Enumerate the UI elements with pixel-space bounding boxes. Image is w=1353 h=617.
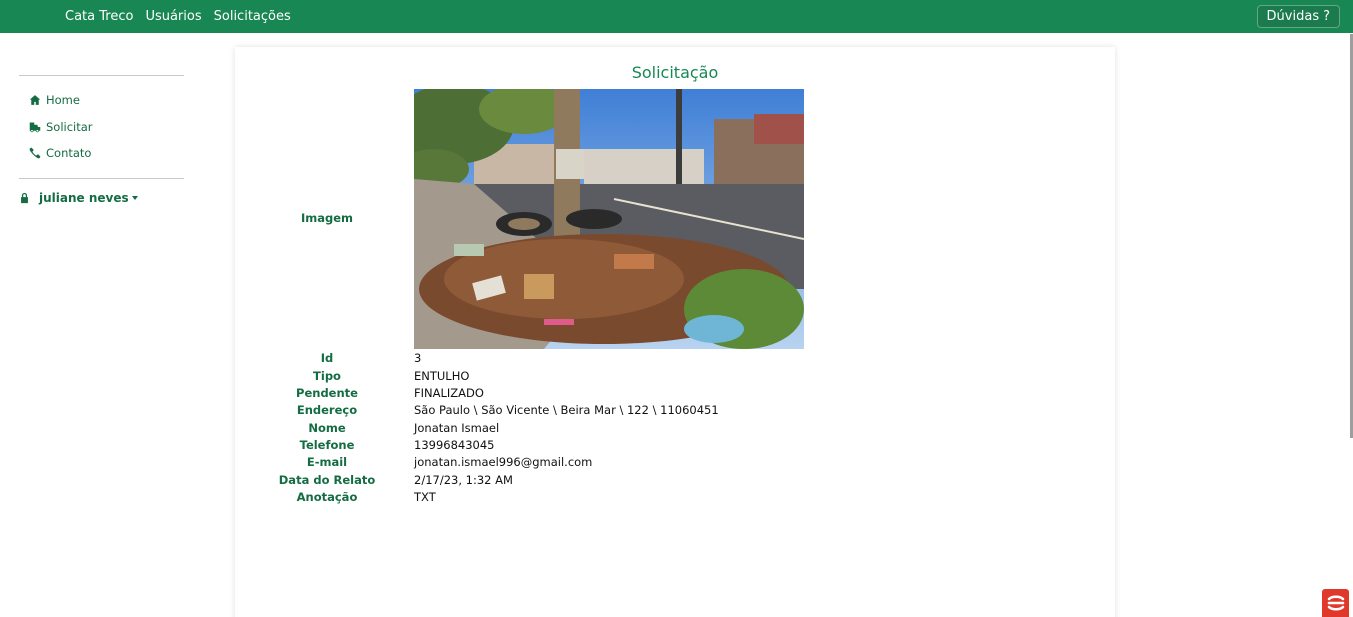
field-label-nome: Nome: [308, 421, 346, 435]
field-value-id: 3: [414, 351, 422, 365]
field-label-telefone: Telefone: [299, 438, 355, 452]
nav-link-solicitacoes[interactable]: Solicitações: [214, 9, 291, 24]
sidebar-menu: Home Solicitar Contato: [19, 76, 184, 178]
dump-truck-icon: [29, 122, 41, 132]
field-value-email: jonatan.ismael996@gmail.com: [414, 455, 593, 469]
phone-icon: [29, 147, 41, 159]
lock-icon: [21, 192, 28, 203]
field-label-anotacao: Anotação: [296, 490, 358, 504]
top-navbar: Cata Treco Usuários Solicitações Dúvidas…: [0, 0, 1353, 33]
field-value-tipo: ENTULHO: [414, 369, 470, 383]
field-value-telefone: 13996843045: [414, 438, 495, 452]
field-value-endereco: São Paulo \ São Vicente \ Beira Mar \ 12…: [414, 403, 719, 417]
widget-logo-icon: [1327, 595, 1344, 611]
sidebar-item-contato[interactable]: Contato: [19, 140, 184, 167]
field-label-imagem: Imagem: [300, 211, 354, 225]
help-button[interactable]: Dúvidas ?: [1256, 5, 1340, 28]
request-card: Solicitação Imagem Id 3 Tipo ENTULHO Pen…: [235, 47, 1115, 617]
field-value-nome: Jonatan Ismael: [414, 421, 500, 435]
sidebar-item-label: Home: [46, 93, 80, 108]
field-label-tipo: Tipo: [313, 369, 341, 383]
sidebar: Home Solicitar Contato juliane neves: [19, 75, 184, 217]
caret-down-icon: [131, 195, 138, 200]
request-photo: [414, 89, 804, 349]
field-label-pendente: Pendente: [296, 386, 358, 400]
floating-widget-button[interactable]: [1322, 589, 1349, 617]
field-label-endereco: Endereço: [296, 403, 358, 417]
nav-brand-link[interactable]: Cata Treco: [65, 9, 133, 24]
home-icon: [29, 95, 41, 106]
nav-links: Cata Treco Usuários Solicitações: [65, 0, 303, 33]
sidebar-item-label: Solicitar: [46, 119, 93, 134]
street-debris-photo: [414, 89, 804, 349]
nav-link-usuarios[interactable]: Usuários: [145, 9, 201, 24]
field-value-pendente: FINALIZADO: [414, 386, 484, 400]
sidebar-item-home[interactable]: Home: [19, 87, 184, 114]
sidebar-item-label: Contato: [46, 146, 92, 161]
help-button-label: Dúvidas: [1266, 9, 1320, 24]
field-label-email: E-mail: [306, 455, 348, 469]
field-label-id: Id: [320, 351, 334, 365]
field-label-data-relato: Data do Relato: [278, 473, 376, 487]
page-title: Solicitação: [631, 63, 719, 82]
field-value-anotacao: TXT: [414, 490, 436, 504]
field-value-data-relato: 2/17/23, 1:32 AM: [414, 473, 513, 487]
user-name: juliane neves: [39, 190, 129, 205]
sidebar-item-solicitar[interactable]: Solicitar: [19, 114, 184, 141]
question-icon: ?: [1323, 9, 1330, 24]
user-menu-dropdown[interactable]: juliane neves: [19, 179, 184, 217]
